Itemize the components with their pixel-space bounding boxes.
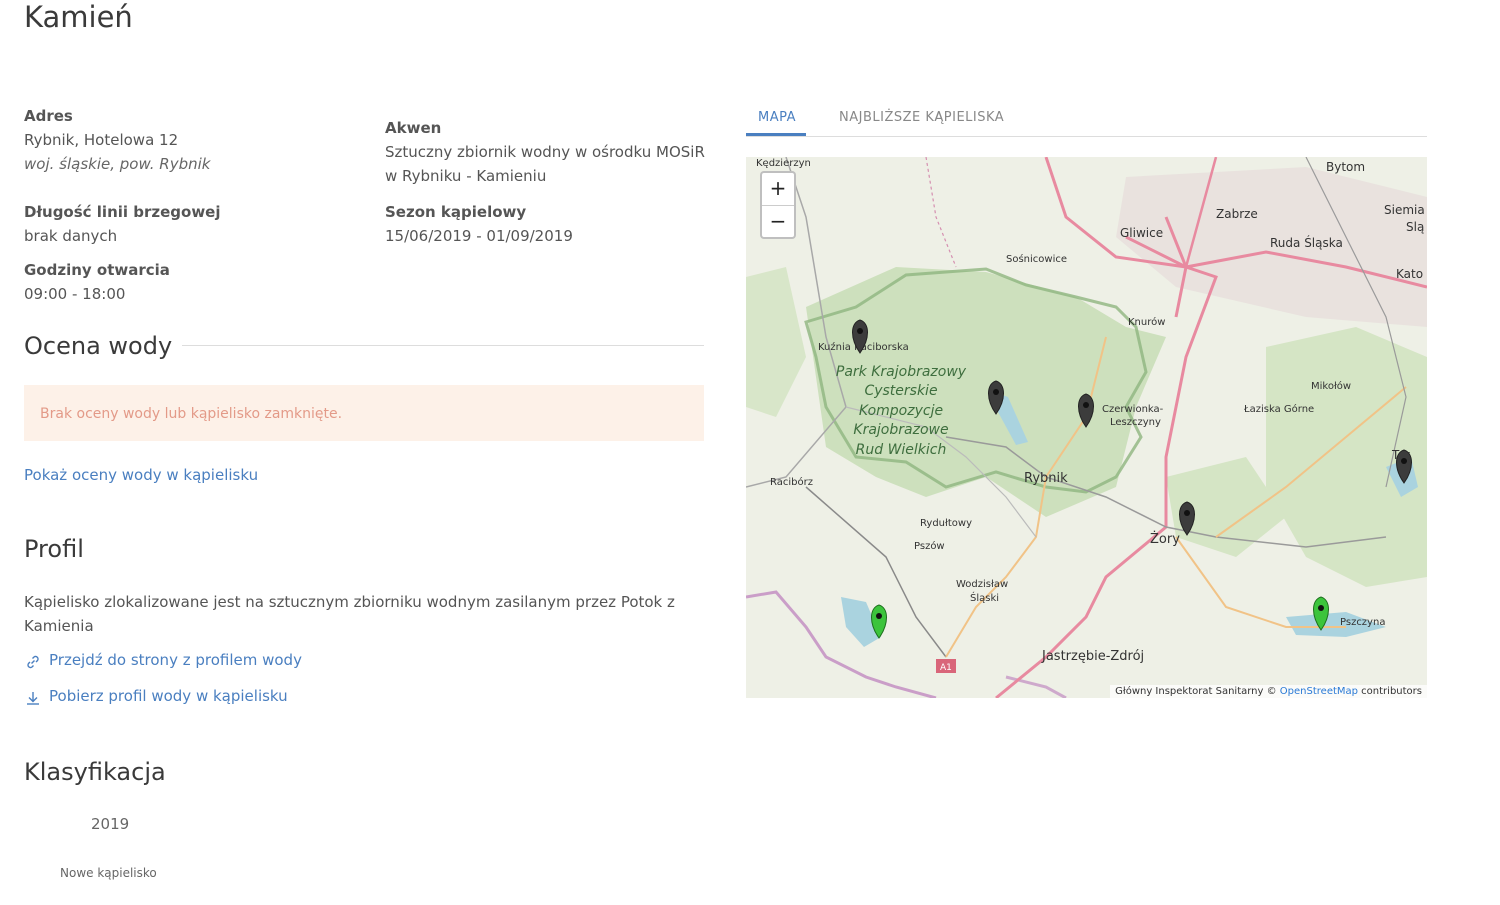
- shoreline-label: Długość linii brzegowej: [24, 203, 221, 221]
- map-label-kedzierzyn: Kędzierzyn: [756, 158, 811, 169]
- zoom-out-button[interactable]: −: [762, 206, 794, 238]
- map-label-ruda-slaska: Ruda Śląska: [1270, 235, 1343, 250]
- profile-heading: Profil: [24, 535, 84, 563]
- map-label-raciborz: Racibórz: [770, 476, 813, 488]
- hours-value: 09:00 - 18:00: [24, 285, 126, 303]
- shoreline-block: Długość linii brzegowej brak danych: [24, 200, 221, 248]
- page-title: Kamień: [24, 0, 133, 34]
- map-canvas[interactable]: Kędzierzyn Bytom Zabrze Gliwice Siemia S…: [746, 157, 1427, 698]
- park-label-line-4: Krajobrazowe: [853, 422, 948, 438]
- map-label-siemianowice: Siemia: [1384, 203, 1425, 217]
- address-block: Adres Rybnik, Hotelowa 12 woj. śląskie, …: [24, 104, 210, 176]
- address-label: Adres: [24, 107, 73, 125]
- link-icon: [27, 655, 39, 669]
- water-assessment-alert: Brak oceny wody lub kąpielisko zamknięte…: [24, 385, 704, 441]
- show-water-assessments-link[interactable]: Pokaż oceny wody w kąpielisku: [24, 466, 258, 484]
- season-label: Sezon kąpielowy: [385, 203, 527, 221]
- map-attribution: Główny Inspektorat Sanitarny © OpenStree…: [1110, 685, 1427, 698]
- map-label-laziska-gorne: Łaziska Górne: [1243, 403, 1314, 415]
- tab-map[interactable]: MAPA: [758, 110, 796, 125]
- water-profile-page-link[interactable]: Przejdź do strony z profilem wody: [49, 651, 302, 669]
- map-label-a1: A1: [940, 663, 952, 673]
- map-label-mikolow: Mikołów: [1311, 380, 1351, 392]
- map[interactable]: Kędzierzyn Bytom Zabrze Gliwice Siemia S…: [746, 157, 1427, 698]
- map-label-slaskie: Slą: [1406, 220, 1424, 234]
- park-label-line-3: Kompozycje: [859, 403, 943, 419]
- park-label-line-5: Rud Wielkich: [856, 442, 947, 458]
- divider: [182, 345, 704, 346]
- download-water-profile-link[interactable]: Pobierz profil wody w kąpielisku: [49, 687, 288, 705]
- map-label-rydultowy: Rydułtowy: [920, 518, 972, 529]
- map-label-leszczyny: Leszczyny: [1110, 417, 1161, 428]
- hours-label: Godziny otwarcia: [24, 261, 170, 279]
- classification-value: Nowe kąpielisko: [60, 866, 157, 880]
- map-label-katowice: Kato: [1396, 267, 1423, 281]
- map-label-wodzislaw: Wodzisław: [956, 579, 1008, 590]
- tab-nearest-bathing-areas[interactable]: NAJBLIŻSZE KĄPIELISKA: [839, 110, 1004, 125]
- water-body-block: Akwen Sztuczny zbiornik wodny w ośrodku …: [385, 116, 715, 188]
- season-block: Sezon kąpielowy 15/06/2019 - 01/09/2019: [385, 200, 573, 248]
- shoreline-value: brak danych: [24, 227, 118, 245]
- attribution-text: Główny Inspektorat Sanitarny ©: [1115, 686, 1280, 697]
- map-label-zory: Żory: [1150, 531, 1180, 547]
- address-region: woj. śląskie, pow. Rybnik: [24, 155, 211, 173]
- park-label-line-1: Park Krajobrazowy: [836, 364, 967, 380]
- water-body-label: Akwen: [385, 119, 442, 137]
- map-tabs: MAPA NAJBLIŻSZE KĄPIELISKA: [746, 108, 1427, 137]
- park-label-line-2: Cysterskie: [864, 383, 937, 399]
- attribution-suffix: contributors: [1358, 686, 1422, 697]
- map-label-pszczyna: Pszczyna: [1340, 617, 1385, 628]
- address-value: Rybnik, Hotelowa 12: [24, 131, 179, 149]
- zoom-control: + −: [760, 171, 796, 239]
- season-value: 15/06/2019 - 01/09/2019: [385, 227, 573, 245]
- download-icon: [27, 692, 39, 705]
- profile-text: Kąpielisko zlokalizowane jest na sztuczn…: [24, 593, 675, 635]
- map-label-gliwice: Gliwice: [1120, 226, 1163, 240]
- water-assessment-heading: Ocena wody: [24, 332, 173, 360]
- classification-year: 2019: [91, 815, 130, 833]
- map-label-czerwionka: Czerwionka-: [1102, 404, 1164, 415]
- classification-heading: Klasyfikacja: [24, 758, 166, 786]
- hours-block: Godziny otwarcia 09:00 - 18:00: [24, 258, 170, 306]
- map-label-sosnicowice: Sośnicowice: [1006, 253, 1067, 265]
- active-tab-indicator: [746, 133, 806, 136]
- map-label-jastrzebie-zdroj: Jastrzębie-Zdrój: [1041, 649, 1144, 664]
- map-label-pszow: Pszów: [914, 540, 945, 552]
- map-label-slaski: Śląski: [970, 591, 999, 604]
- osm-link[interactable]: OpenStreetMap: [1280, 686, 1358, 697]
- water-body-value: Sztuczny zbiornik wodny w ośrodku MOSiR …: [385, 143, 705, 185]
- map-label-zabrze: Zabrze: [1216, 207, 1258, 221]
- map-label-rybnik: Rybnik: [1024, 471, 1068, 486]
- map-label-bytom: Bytom: [1326, 160, 1365, 174]
- zoom-in-button[interactable]: +: [762, 173, 794, 206]
- map-label-knurow: Knurów: [1128, 316, 1165, 328]
